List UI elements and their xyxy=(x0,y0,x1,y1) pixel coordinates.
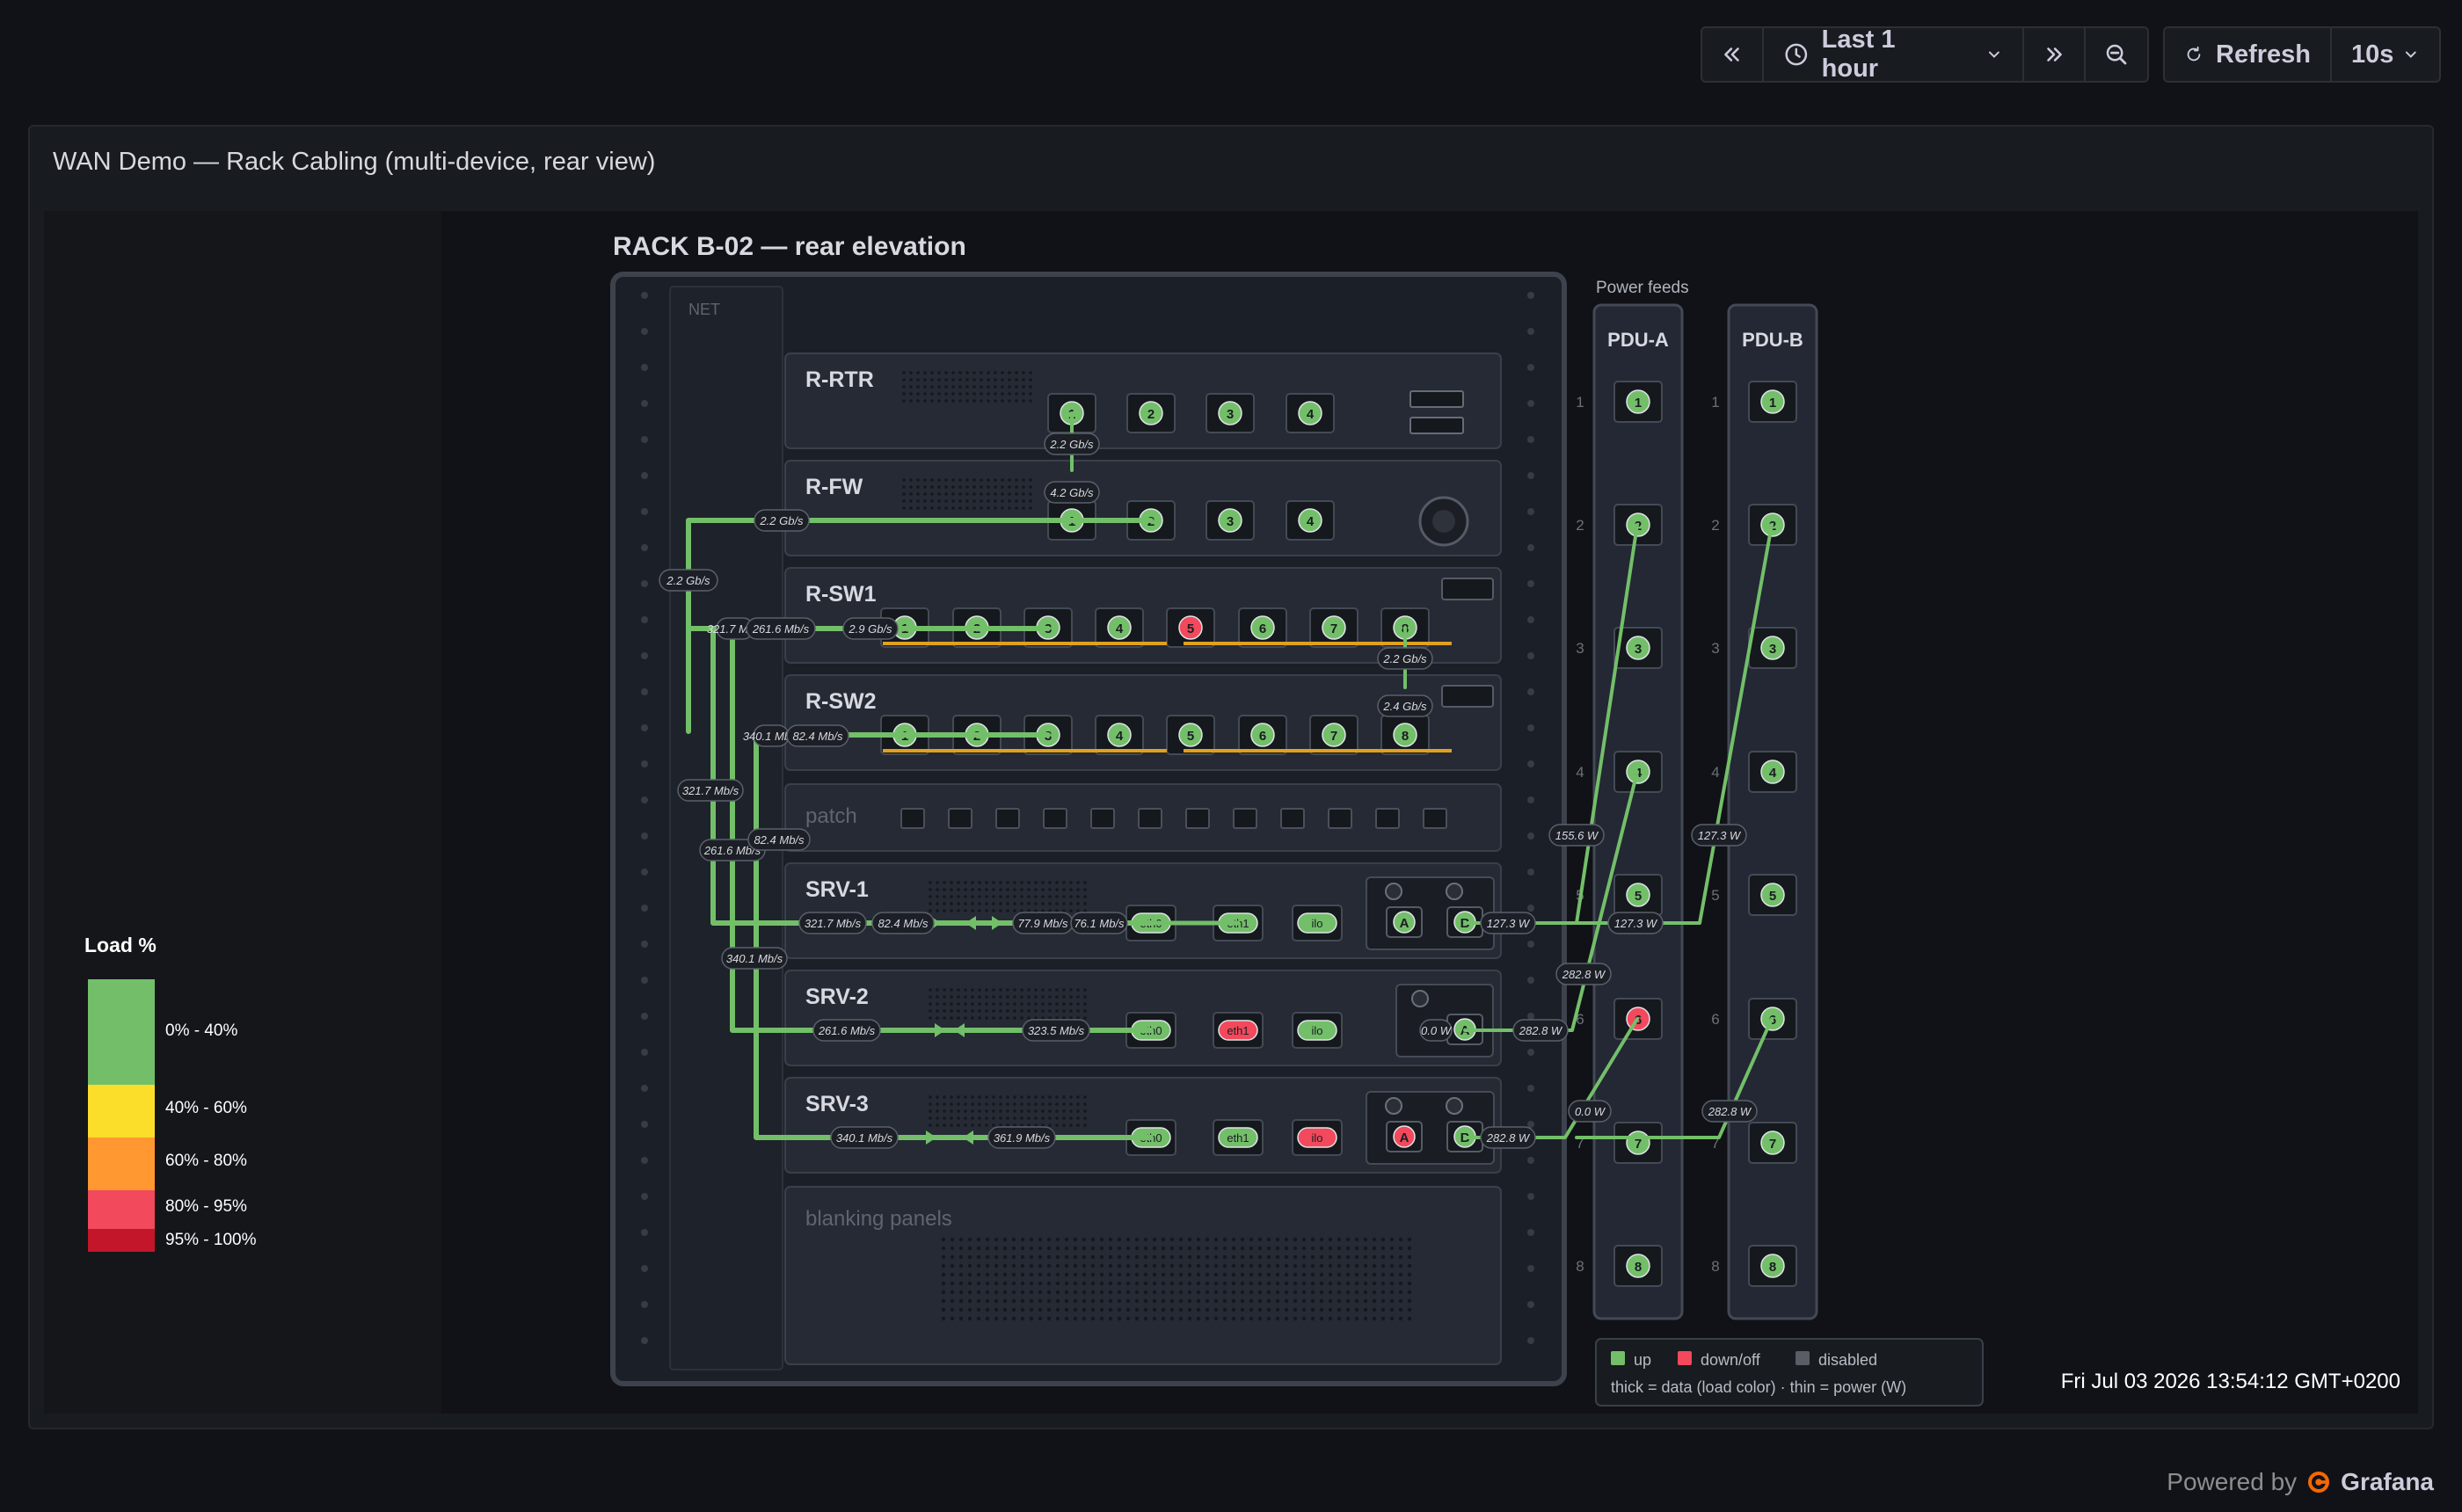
refresh-button[interactable]: Refresh xyxy=(2165,28,2332,81)
time-picker-group: Last 1 hour xyxy=(1701,25,2149,83)
time-forward-button[interactable] xyxy=(2024,28,2086,81)
powered-by-text: Powered by xyxy=(2167,1468,2298,1495)
zoom-out-icon xyxy=(2106,44,2127,65)
load-band-label: 0% - 40% xyxy=(165,1021,238,1040)
chevron-down-icon xyxy=(2406,51,2417,58)
load-band-label: 95% - 100% xyxy=(165,1231,257,1249)
grafana-logo-icon xyxy=(2308,1472,2330,1493)
clock-icon xyxy=(1785,43,1808,66)
load-legend-title: Load % xyxy=(84,934,157,956)
time-range-label: Last 1 hour xyxy=(1821,25,1896,83)
chevrons-right-icon xyxy=(2047,47,2062,62)
load-band-swatch xyxy=(88,1190,155,1229)
powered-by-footer: Powered by Grafana xyxy=(2167,1468,2434,1496)
time-back-button[interactable] xyxy=(1702,28,1764,81)
grafana-brand: Grafana xyxy=(2341,1468,2434,1495)
load-band-label: 40% - 60% xyxy=(165,1099,247,1117)
panel-title[interactable]: WAN Demo — Rack Cabling (multi-device, r… xyxy=(53,148,655,177)
refresh-interval-label: 10s xyxy=(2351,40,2394,69)
time-picker-toolbar: Last 1 hour Refresh 10s xyxy=(1701,25,2441,83)
load-band-swatch xyxy=(88,1229,155,1252)
refresh-label: Refresh xyxy=(2216,40,2311,69)
zoom-out-button[interactable] xyxy=(2086,28,2147,81)
load-legend: Load % 0% - 40% 40% - 60% 60% - 80% 80% … xyxy=(44,211,441,1414)
load-band-swatch xyxy=(88,1085,155,1138)
load-band-swatch xyxy=(88,1138,155,1190)
load-band-swatch xyxy=(88,979,155,1085)
rack-cabling-panel: WAN Demo — Rack Cabling (multi-device, r… xyxy=(28,125,2434,1429)
panel-body: Load % 0% - 40% 40% - 60% 60% - 80% 80% … xyxy=(44,211,2418,1414)
load-band-label: 60% - 80% xyxy=(165,1152,247,1170)
refresh-interval-picker[interactable]: 10s xyxy=(2332,28,2439,81)
load-band-label: 80% - 95% xyxy=(165,1197,247,1216)
refresh-group: Refresh 10s xyxy=(2163,26,2441,83)
chevrons-left-icon xyxy=(1724,47,1739,62)
time-range-picker[interactable]: Last 1 hour xyxy=(1764,25,2024,83)
timestamp: Fri Jul 03 2026 13:54:12 GMT+0200 xyxy=(2060,1370,2400,1393)
refresh-icon xyxy=(2187,46,2201,62)
chevron-down-icon xyxy=(1989,51,2000,58)
